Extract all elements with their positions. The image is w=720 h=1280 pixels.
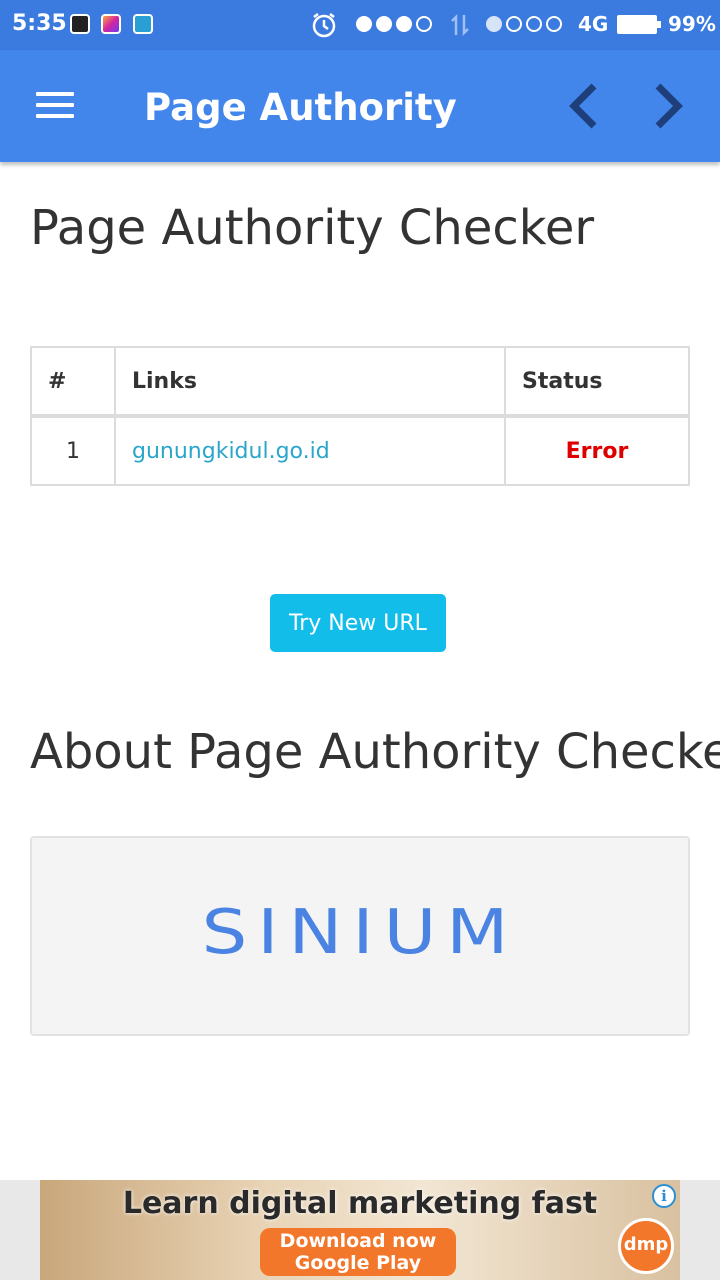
about-heading: About Page Authority Checker [30, 724, 720, 780]
app-bar: Page Authority [0, 50, 720, 162]
page-title: Page Authority Checker [30, 200, 595, 256]
ad-cta-line1: Download now [279, 1230, 437, 1252]
app-notification-icon [133, 14, 153, 34]
ad-download-button[interactable]: Download now Google Play [260, 1228, 456, 1276]
column-header-status: Status [504, 346, 690, 418]
ad-brand-logo: dmp [618, 1218, 674, 1274]
signal-strength-sim2-icon [486, 16, 562, 32]
battery-percent: 99% [668, 12, 716, 36]
instagram-notification-icon [101, 14, 121, 34]
chevron-left-icon[interactable] [562, 80, 612, 132]
data-transfer-icon [451, 13, 469, 37]
row-number: 1 [30, 415, 116, 486]
battery-icon [617, 15, 661, 34]
results-table: # Links Status 1 gunungkidul.go.id Error [30, 346, 690, 486]
app-title: Page Authority [144, 86, 457, 129]
ad-cta-line2: Google Play [294, 1252, 422, 1274]
ad-info-icon[interactable]: i [652, 1184, 676, 1208]
column-header-links: Links [114, 346, 506, 418]
bbm-notification-icon [70, 14, 90, 34]
alarm-icon [312, 13, 336, 38]
row-link[interactable]: gunungkidul.go.id [114, 415, 506, 486]
status-time: 5:35 [12, 11, 67, 36]
table-header-row: # Links Status [30, 346, 690, 418]
table-row: 1 gunungkidul.go.id Error [30, 415, 690, 486]
status-bar: 5:35 4G 99% [0, 0, 720, 50]
signal-strength-sim1-icon [356, 16, 432, 32]
network-type: 4G [578, 12, 609, 36]
logo-card: SINIUM [30, 836, 690, 1036]
ad-banner[interactable]: Learn digital marketing fast Download no… [40, 1180, 680, 1280]
sinium-logo: SINIUM [201, 896, 519, 968]
hamburger-menu-icon[interactable] [36, 92, 76, 120]
column-header-number: # [30, 346, 116, 418]
chevron-right-icon[interactable] [644, 80, 694, 132]
ad-banner-container: Learn digital marketing fast Download no… [0, 1180, 720, 1280]
row-status-badge: Error [504, 415, 690, 486]
try-new-url-button[interactable]: Try New URL [270, 594, 446, 652]
ad-headline: Learn digital marketing fast [122, 1186, 598, 1221]
